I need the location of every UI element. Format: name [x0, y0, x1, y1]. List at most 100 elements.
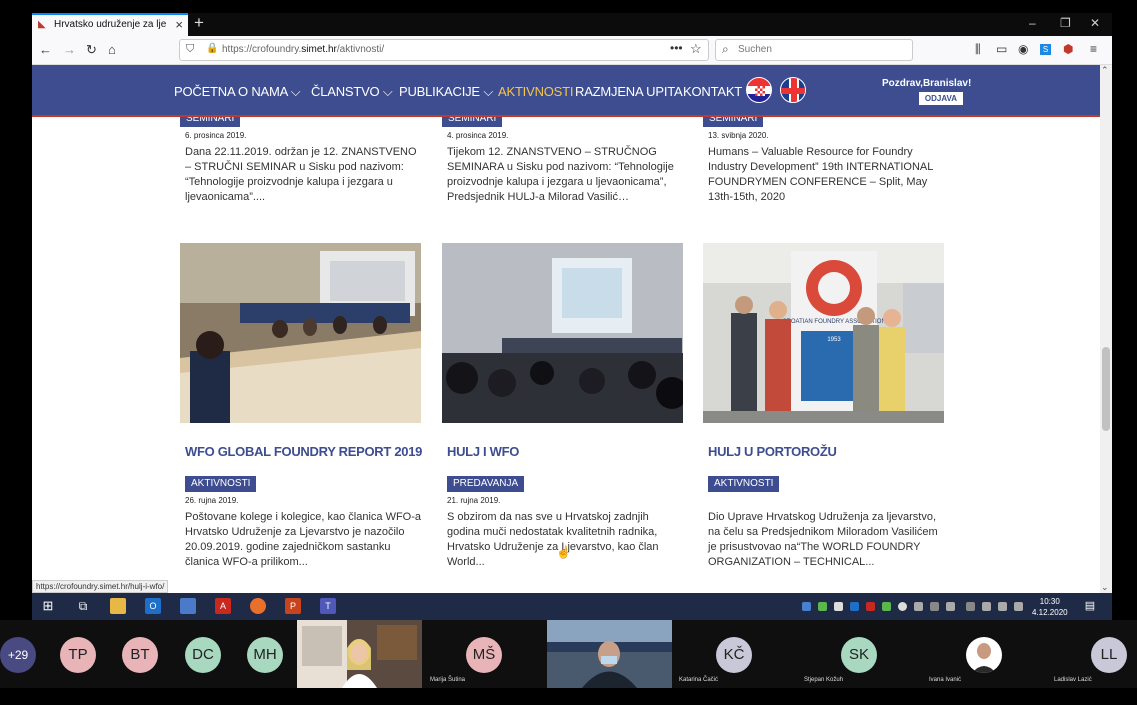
participant-avatar[interactable]: SK [841, 637, 877, 673]
participant-video-tile[interactable] [547, 620, 672, 688]
search-bar[interactable]: ⌕ Suchen [715, 39, 913, 61]
url-bar[interactable]: ⛉ 🔒 https://crofoundry.simet.hr/aktivnos… [179, 39, 709, 61]
extension-icon[interactable]: ◉ [1018, 42, 1028, 56]
scroll-up-icon[interactable]: ⌃ [1101, 65, 1109, 76]
article-excerpt: Dio Uprave Hrvatskog Udruženja za ljevar… [708, 511, 938, 568]
logout-button[interactable]: ODJAVA [919, 92, 963, 105]
restore-icon[interactable]: ❐ [1060, 16, 1071, 30]
tray-icon[interactable] [898, 602, 907, 611]
article-date: 21. rujna 2019. [447, 496, 501, 505]
category-badge[interactable]: PREDAVANJA [447, 476, 525, 492]
tray-icon[interactable] [914, 602, 923, 611]
article-photo-group-banner[interactable]: CROATIAN FOUNDRY ASSOCIATION 1953 [703, 243, 944, 423]
taskbar-clock[interactable]: 10:30 4.12.2020 [1032, 596, 1068, 618]
category-badge[interactable]: AKTIVNOSTI [185, 476, 257, 492]
article-title[interactable]: HULJ U PORTOROŽU [708, 444, 837, 459]
windows-start-icon[interactable]: ⊞ [40, 598, 56, 614]
article-photo-hall-audience[interactable] [442, 243, 683, 423]
tray-icon[interactable] [850, 602, 859, 611]
acrobat-icon[interactable]: A [215, 598, 231, 614]
tray-icon[interactable] [818, 602, 827, 611]
category-badge[interactable]: AKTIVNOSTI [708, 476, 780, 492]
task-view-icon[interactable]: ⧉ [75, 598, 91, 614]
menu-item-o-nama[interactable]: O NAMA ⌵ [238, 84, 301, 100]
notifications-icon[interactable]: ▤ [1082, 598, 1098, 614]
participant-avatar[interactable]: LL [1091, 637, 1127, 673]
article-photo-conference-table[interactable] [180, 243, 421, 423]
sidebar-icon[interactable]: ▭ [996, 42, 1007, 56]
tray-icon[interactable] [882, 602, 891, 611]
category-badge[interactable]: SEMINARI [180, 117, 241, 127]
tray-icon[interactable] [802, 602, 811, 611]
participant-avatar[interactable]: BT [122, 637, 158, 673]
tray-icon[interactable] [946, 602, 955, 611]
more-participants-button[interactable]: +29 [0, 637, 36, 673]
video-participants-strip: +29 TP BT DC MH MŠ Marija Šutina KČ Kata… [0, 620, 1137, 688]
category-badge[interactable]: SEMINARI [703, 117, 764, 127]
powerpoint-icon[interactable]: P [285, 598, 301, 614]
back-icon[interactable]: ← [39, 42, 52, 57]
participant-avatar[interactable]: KČ [716, 637, 752, 673]
article-excerpt: Humans – Valuable Resource for Foundry I… [708, 146, 933, 203]
chevron-down-icon: ⌵ [483, 84, 493, 99]
close-window-icon[interactable]: ✕ [1090, 16, 1100, 30]
participant-name: Ladislav Lazić [1054, 677, 1092, 683]
tracking-shield-icon[interactable]: ⛉ [186, 43, 194, 56]
tab-close-icon[interactable]: × [175, 17, 183, 32]
url-text[interactable]: https://crofoundry.simet.hr/aktivnosti/ [222, 44, 384, 55]
minimize-icon[interactable]: – [1029, 16, 1036, 30]
tray-icon[interactable] [930, 602, 939, 611]
new-tab-icon[interactable]: + [194, 13, 204, 33]
ublock-icon[interactable]: ⬢ [1063, 42, 1073, 56]
lock-icon[interactable]: 🔒 [206, 43, 218, 54]
clock-time: 10:30 [1039, 597, 1060, 606]
participant-name: Katarina Čačić [679, 677, 719, 683]
tray-icon[interactable] [966, 602, 975, 611]
volume-icon[interactable] [1014, 602, 1023, 611]
menu-item-aktivnosti[interactable]: AKTIVNOSTI [498, 84, 573, 99]
network-app-icon[interactable] [180, 598, 196, 614]
menu-item-razmjena-upita[interactable]: RAZMJENA UPITA [575, 84, 683, 99]
home-icon[interactable]: ⌂ [108, 42, 116, 57]
menu-item-publikacije[interactable]: PUBLIKACIJE ⌵ [399, 84, 493, 100]
forward-icon[interactable]: → [63, 42, 76, 57]
browser-window: ◣ Hrvatsko udruženje za ljevarstv × + – … [32, 13, 1112, 620]
network-icon[interactable] [982, 602, 991, 611]
outlook-icon[interactable]: O [145, 598, 161, 614]
croatian-flag-icon[interactable] [746, 77, 772, 103]
firefox-icon[interactable] [250, 598, 266, 614]
participant-avatar[interactable]: TP [60, 637, 96, 673]
menu-icon[interactable]: ≡ [1090, 42, 1097, 56]
scrollbar-thumb[interactable] [1102, 347, 1110, 431]
library-icon[interactable]: ⫼ [975, 42, 981, 57]
vertical-scrollbar[interactable]: ⌃ ⌄ [1100, 65, 1112, 593]
tab-crofoundry[interactable]: ◣ Hrvatsko udruženje za ljevarstv × [32, 13, 188, 36]
banner-year: 1953 [827, 337, 841, 343]
article-title[interactable]: WFO GLOBAL FOUNDRY REPORT 2019 [185, 444, 422, 459]
participant-avatar[interactable]: DC [185, 637, 221, 673]
page-actions-icon[interactable]: ••• [670, 41, 683, 55]
menu-item-pocetna[interactable]: POČETNA [174, 84, 236, 99]
scroll-down-icon[interactable]: ⌄ [1101, 582, 1109, 593]
chevron-down-icon: ⌵ [290, 84, 301, 99]
file-explorer-icon[interactable] [110, 598, 126, 614]
article-title[interactable]: HULJ I WFO [447, 444, 519, 459]
tray-icon[interactable] [866, 602, 875, 611]
category-badge[interactable]: SEMINARI [442, 117, 503, 127]
participant-avatar[interactable]: MŠ [466, 637, 502, 673]
search-icon: ⌕ [722, 42, 729, 56]
participant-video-tile[interactable] [297, 620, 422, 688]
teams-icon[interactable]: T [320, 598, 336, 614]
tray-icon[interactable] [834, 602, 843, 611]
reload-icon[interactable]: ↻ [86, 42, 97, 58]
participant-photo-avatar[interactable] [966, 637, 1002, 673]
article-excerpt: Tijekom 12. ZNANSTVENO – STRUČNOG SEMINA… [447, 146, 674, 203]
menu-item-kontakt[interactable]: KONTAKT [683, 84, 742, 99]
english-flag-icon[interactable] [780, 77, 806, 103]
menu-item-clanstvo[interactable]: ČLANSTVO ⌵ [311, 84, 393, 100]
battery-icon[interactable] [998, 602, 1007, 611]
greeting-text: Pozdrav,Branislav! [882, 78, 972, 89]
participant-avatar[interactable]: MH [247, 637, 283, 673]
skype-extension-icon[interactable]: S [1040, 44, 1051, 55]
bookmark-star-icon[interactable]: ☆ [690, 41, 702, 57]
